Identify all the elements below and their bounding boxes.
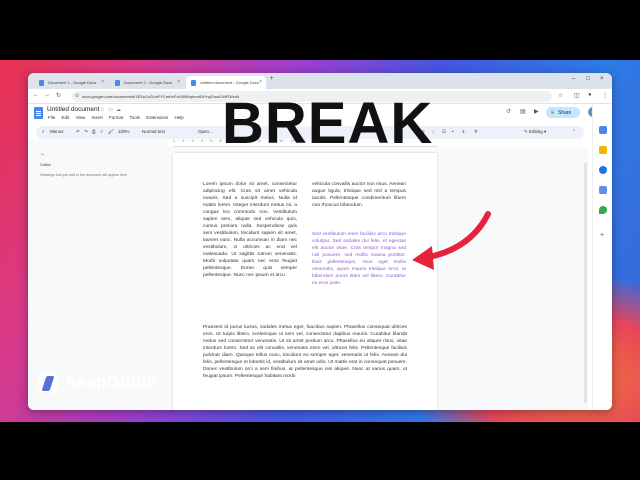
arrow-shaft xyxy=(421,211,491,261)
brand-logo-text: AsapGuide xyxy=(64,372,157,391)
red-arrow-annotation xyxy=(412,211,491,270)
asapguide-logo-icon xyxy=(38,373,59,394)
arrow-head xyxy=(412,246,434,270)
